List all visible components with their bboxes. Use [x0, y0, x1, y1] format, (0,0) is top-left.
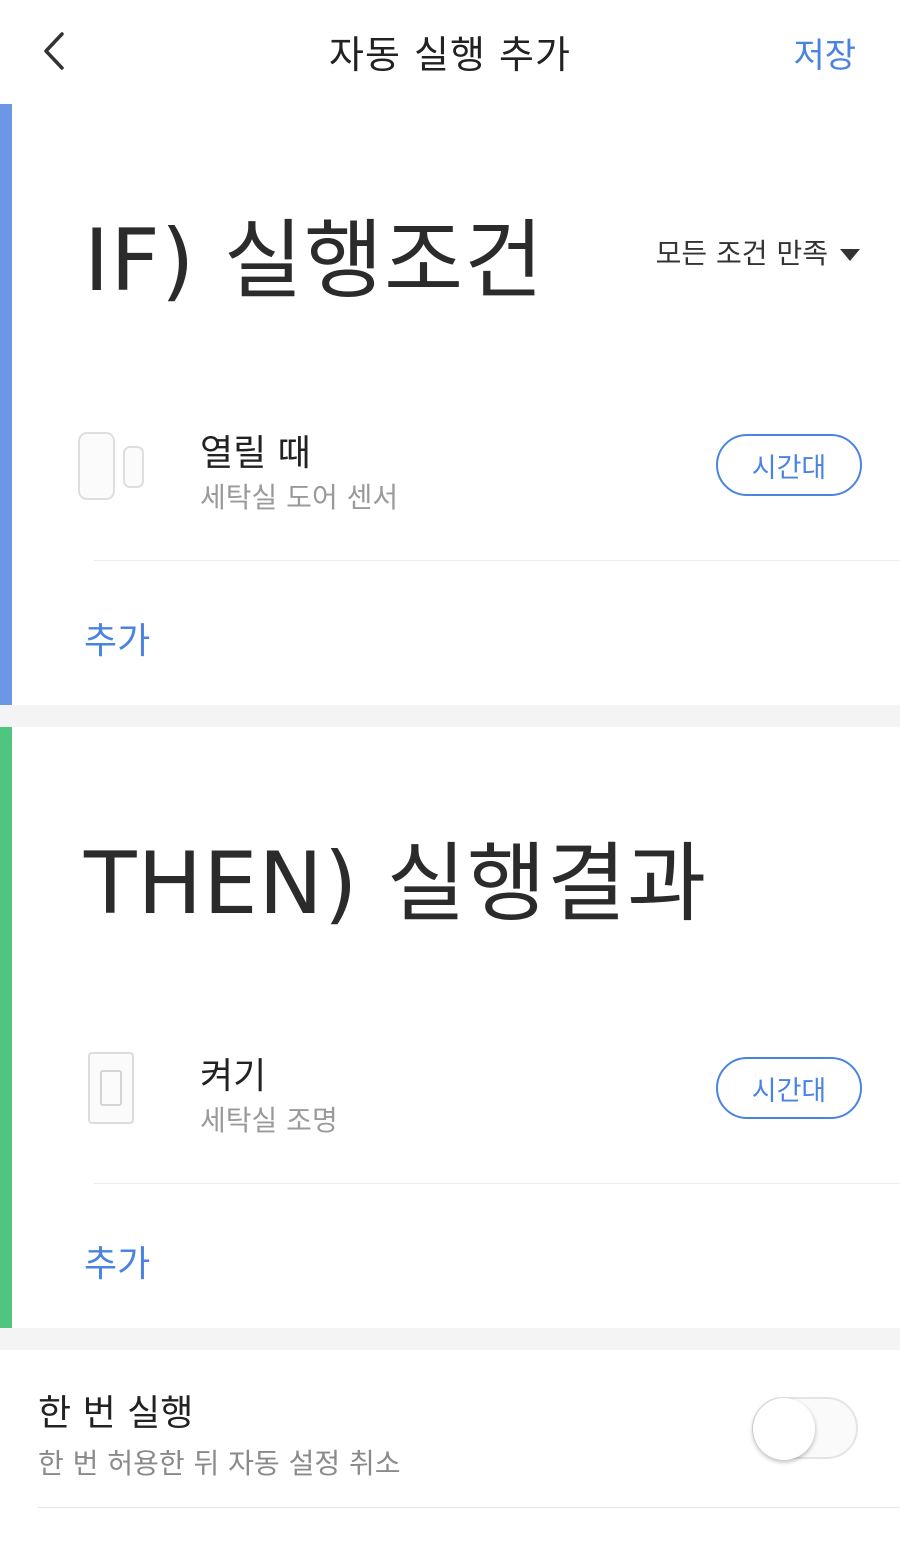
then-time-button[interactable]: 시간대 — [716, 1057, 862, 1119]
then-section-title: THEN) 실행결과 — [84, 834, 708, 934]
run-once-title: 한 번 실행 — [38, 1393, 194, 1434]
run-once-row: 한 번 실행 한 번 허용한 뒤 자동 설정 취소 — [0, 1350, 900, 1548]
dropdown-triangle-icon — [840, 249, 860, 261]
if-item-subtitle: 세탁실 도어 센서 — [200, 481, 399, 514]
condition-mode-dropdown[interactable]: 모든 조건 만족 — [656, 232, 860, 272]
condition-mode-label: 모든 조건 만족 — [655, 237, 828, 270]
toggle-knob — [753, 1398, 815, 1460]
if-add-button[interactable]: 추가 — [84, 612, 150, 664]
if-section-title: IF) 실행조건 — [84, 211, 545, 311]
then-item-subtitle: 세탁실 조명 — [200, 1104, 338, 1137]
page-title: 자동 실행 추가 — [329, 33, 571, 77]
then-section: THEN) 실행결과 켜기 세탁실 조명 시간대 추가 — [0, 727, 900, 1328]
run-once-subtitle: 한 번 허용한 뒤 자동 설정 취소 — [38, 1447, 401, 1480]
top-bar: 자동 실행 추가 저장 — [0, 0, 900, 105]
light-switch-icon — [88, 1052, 134, 1128]
then-divider — [94, 1183, 900, 1184]
if-time-button[interactable]: 시간대 — [716, 434, 862, 496]
section-gap — [0, 1328, 900, 1350]
then-item-title[interactable]: 켜기 — [200, 1047, 266, 1099]
if-accent-bar — [0, 104, 12, 705]
if-item-title[interactable]: 열릴 때 — [200, 424, 311, 476]
section-gap — [0, 705, 900, 727]
if-divider — [94, 560, 900, 561]
save-button[interactable]: 저장 — [793, 28, 856, 77]
then-accent-bar — [0, 727, 12, 1328]
run-once-toggle[interactable] — [752, 1397, 858, 1460]
if-section: IF) 실행조건 모든 조건 만족 열릴 때 세탁실 도어 센서 시간대 추가 — [0, 104, 900, 705]
then-add-button[interactable]: 추가 — [84, 1235, 150, 1287]
bottom-divider — [38, 1507, 900, 1508]
door-sensor-icon — [78, 432, 148, 504]
